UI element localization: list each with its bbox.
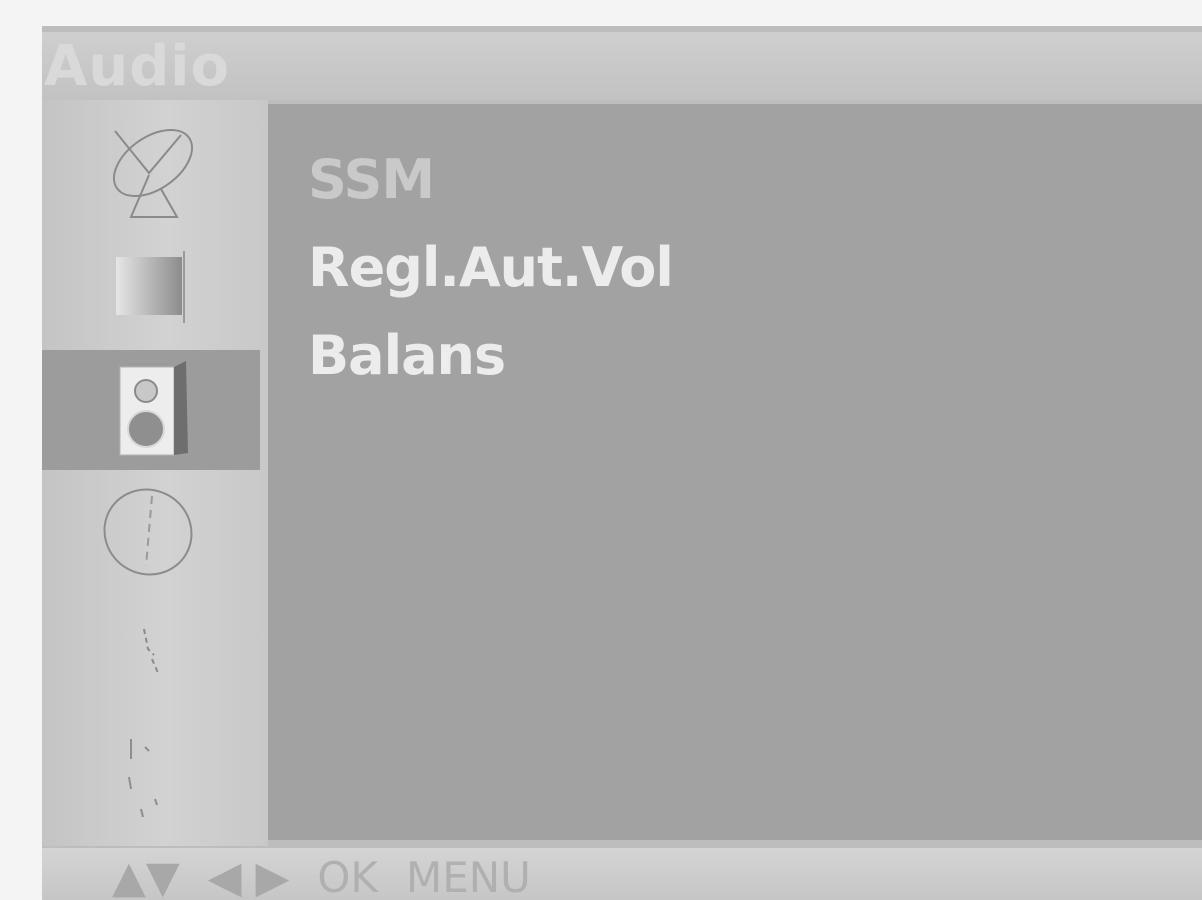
picture-icon (116, 251, 185, 323)
content-panel: SSM Regl.Aut.Vol Balans (268, 104, 1202, 840)
ok-hint: OK (317, 853, 378, 900)
screen-icon (128, 739, 158, 818)
sidebar-item-audio[interactable] (42, 350, 260, 470)
menu-item-balance[interactable]: Balans (308, 318, 673, 406)
special-settings-icon (143, 628, 159, 674)
left-right-arrows-icon: ◀ ▶ (207, 852, 290, 900)
sidebar-item-special[interactable] (42, 594, 260, 714)
satellite-dish-icon (112, 128, 194, 218)
menu-item-auto-volume[interactable]: Regl.Aut.Vol (308, 230, 674, 318)
clock-icon (103, 488, 193, 576)
title-bar: Audio (42, 32, 1202, 100)
sidebar-item-time[interactable] (42, 472, 260, 592)
audio-menu-list: SSM Regl.Aut.Vol Balans (308, 142, 674, 406)
up-down-arrows-icon: ▲▼ (112, 852, 180, 900)
tv-osd-window: Audio SSM Regl.Aut.Vol Balans ▲▼ ◀ ▶ OK … (42, 26, 1202, 900)
sidebar-item-station[interactable] (42, 110, 260, 230)
menu-hint: MENU (405, 853, 531, 900)
speaker-icon (119, 361, 188, 456)
footer-hint-bar: ▲▼ ◀ ▶ OK MENU (42, 848, 1202, 900)
menu-item-ssm[interactable]: SSM (308, 142, 673, 230)
sidebar (42, 100, 268, 846)
sidebar-item-picture[interactable] (42, 228, 260, 348)
sidebar-item-screen[interactable] (42, 712, 260, 832)
menu-title: Audio (44, 34, 230, 99)
